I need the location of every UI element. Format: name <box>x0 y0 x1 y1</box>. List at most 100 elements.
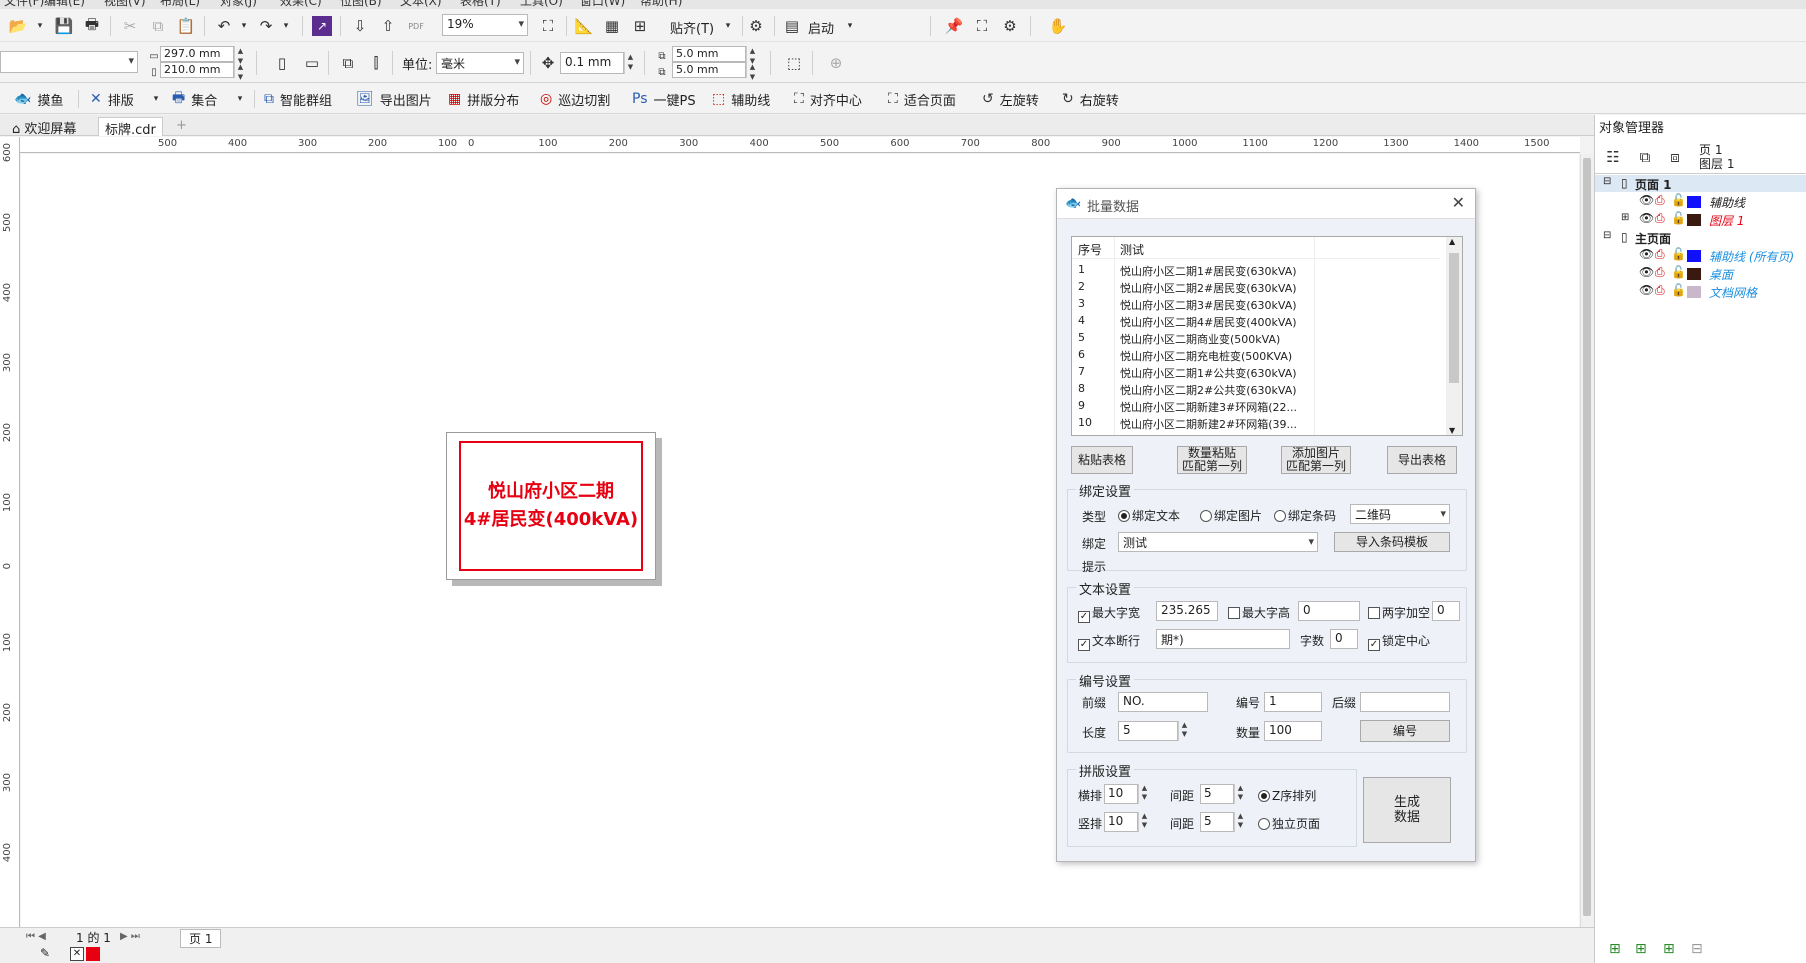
eye-icon[interactable]: 👁 <box>1639 283 1654 297</box>
pdf-icon[interactable]: PDF <box>406 16 426 36</box>
settings-gear-icon[interactable]: ⚙ <box>1000 16 1020 36</box>
data-table[interactable]: 序号 测试 1 悦山府小区二期1#居民变(630kVA) 2 悦山府小区二期2#居民变… <box>1071 236 1463 436</box>
new-layer-icon[interactable]: ⊞ <box>1609 941 1621 957</box>
table-row[interactable]: 6 悦山府小区二期充电桩变(500KVA) <box>1072 346 1440 363</box>
menu-item[interactable]: 窗口(W) <box>580 0 625 9</box>
duplicate-y-input[interactable]: 5.0 mm <box>672 62 746 78</box>
two-char-space-input[interactable]: 0 <box>1432 601 1460 621</box>
hand-icon[interactable]: ✋ <box>1048 16 1068 36</box>
table-row[interactable]: 8 悦山府小区二期2#公共变(630kVA) <box>1072 380 1440 397</box>
chevron-down-icon[interactable]: ▾ <box>840 16 860 36</box>
length-spinner[interactable]: ▲ ▼ <box>1178 721 1190 741</box>
generate-data-button[interactable]: 生成 数据 <box>1363 777 1451 843</box>
table-row[interactable]: 10 悦山府小区二期新建2#环网箱(39... <box>1072 414 1440 431</box>
mo-yu-button[interactable]: 🐟 摸鱼 <box>14 89 63 109</box>
next-page-icon[interactable]: ▶ ⏭ <box>120 931 140 942</box>
page-width-input[interactable]: 297.0 mm <box>160 46 234 62</box>
eye-icon[interactable]: 👁 <box>1639 193 1654 207</box>
count-paste-button[interactable]: 数量粘贴 匹配第一列 <box>1177 446 1247 474</box>
launch-dropdown[interactable]: 启动 <box>808 18 834 37</box>
contour-cut-button[interactable]: ◎ 巡边切割 <box>540 89 610 109</box>
number-button[interactable]: 编号 <box>1360 720 1450 742</box>
col-header-test[interactable]: 测试 <box>1120 241 1144 258</box>
application-launcher-icon[interactable]: ▤ <box>782 16 802 36</box>
table-row[interactable]: 5 悦山府小区二期商业变(500kVA) <box>1072 329 1440 346</box>
cut-icon[interactable]: ✂ <box>120 16 140 36</box>
export-image-button[interactable]: 🖼 导出图片 <box>356 89 432 109</box>
text-break-input[interactable]: 期*) <box>1156 629 1290 649</box>
impose-distribute-button[interactable]: ▦ 拼版分布 <box>448 89 519 109</box>
page-height-input[interactable]: 210.0 mm <box>160 62 234 78</box>
guidelines-icon[interactable]: ⊞ <box>630 16 650 36</box>
bind-text-radio[interactable]: 绑定文本 <box>1118 507 1180 524</box>
columns-input[interactable]: 10 <box>1104 784 1138 804</box>
print-icon[interactable]: ⎙ <box>1655 193 1665 208</box>
text-break-checkbox[interactable]: ✓ 文本断行 <box>1078 632 1140 651</box>
duplicate-x-input[interactable]: 5.0 mm <box>672 46 746 62</box>
corel-connect-icon[interactable]: ↗ <box>312 16 332 36</box>
tab-welcome[interactable]: ⌂ 欢迎屏幕 <box>6 117 82 137</box>
menu-item[interactable]: 效果(C) <box>280 0 322 9</box>
max-width-input[interactable]: 235.265 <box>1156 601 1218 621</box>
scroll-up-icon[interactable]: ▲ <box>1449 237 1455 246</box>
grid-icon[interactable]: ▦ <box>602 16 622 36</box>
menu-item[interactable]: 工具(O) <box>520 0 563 9</box>
print-icon[interactable]: ⎙ <box>1655 247 1665 262</box>
export-icon[interactable]: ⇧ <box>378 16 398 36</box>
page-sign[interactable]: 悦山府小区二期 4#居民变(400kVA) <box>446 432 656 580</box>
layer-color-swatch[interactable] <box>1687 196 1701 208</box>
gap-h-spinner[interactable]: ▲ ▼ <box>1234 784 1246 804</box>
lock-icon[interactable]: 🔓 <box>1671 247 1686 261</box>
eye-icon[interactable]: 👁 <box>1639 211 1654 225</box>
dialog-titlebar[interactable]: 🐟 批量数据 ✕ <box>1057 189 1475 219</box>
tree-item[interactable]: 👁 ⎙ 🔓 文档网格 <box>1595 283 1806 300</box>
rotate-right-button[interactable]: ↻ 右旋转 <box>1062 89 1119 109</box>
current-page-icon[interactable]: ⫿ <box>366 53 386 73</box>
fullscreen-icon[interactable]: ⛶ <box>538 16 558 36</box>
vertical-ruler[interactable]: 600 500 400 300 200 100 0 100 200 300 400 <box>0 137 20 927</box>
nudge-input[interactable]: 0.1 mm <box>560 52 624 74</box>
rows-spinner[interactable]: ▲ ▼ <box>1138 812 1150 832</box>
table-row[interactable]: 7 悦山府小区二期1#公共变(630kVA) <box>1072 363 1440 380</box>
save-icon[interactable]: 💾 <box>54 16 74 36</box>
page-size-select[interactable] <box>0 51 138 73</box>
max-height-input[interactable]: 0 <box>1298 601 1360 621</box>
collapse-icon[interactable]: ⊟ <box>1603 176 1611 187</box>
layer-manager-icon[interactable]: ⧉ <box>1635 147 1655 167</box>
collapse-icon[interactable]: ⊟ <box>1603 230 1611 241</box>
bind-barcode-radio[interactable]: 绑定条码 <box>1274 507 1336 524</box>
chevron-down-icon[interactable]: ▾ <box>230 89 250 109</box>
undo-icon[interactable]: ↶ <box>214 16 234 36</box>
chevron-down-icon[interactable]: ▾ <box>276 16 296 36</box>
print-icon[interactable]: ⎙ <box>1655 211 1665 226</box>
new-tab-icon[interactable]: + <box>170 117 193 136</box>
paste-icon[interactable]: 📋 <box>176 16 196 36</box>
scroll-thumb[interactable] <box>1449 253 1459 383</box>
tab-document[interactable]: 标牌.cdr <box>98 117 163 138</box>
prefix-input[interactable]: NO. <box>1118 692 1208 712</box>
table-row[interactable]: 1 悦山府小区二期1#居民变(630kVA) <box>1072 261 1440 278</box>
table-row[interactable]: 2 悦山府小区二期2#居民变(630kVA) <box>1072 278 1440 295</box>
layer-color-swatch[interactable] <box>1687 286 1701 298</box>
layer-color-swatch[interactable] <box>1687 250 1701 262</box>
chevron-down-icon[interactable]: ▾ <box>30 16 50 36</box>
rulers-icon[interactable]: 📐 <box>574 16 594 36</box>
menu-item[interactable]: 位图(B) <box>340 0 382 9</box>
table-row[interactable]: 3 悦山府小区二期3#居民变(630kVA) <box>1072 295 1440 312</box>
nudge-spinner[interactable]: ▲ ▼ <box>624 52 636 74</box>
print-icon[interactable]: ⎙ <box>1655 283 1665 298</box>
layer-color-swatch[interactable] <box>1687 268 1701 280</box>
export-table-button[interactable]: 导出表格 <box>1387 446 1457 474</box>
snap-to-dropdown[interactable]: 贴齐(T) <box>670 18 714 37</box>
col-header-index[interactable]: 序号 <box>1078 241 1102 258</box>
lock-icon[interactable]: 🔓 <box>1671 265 1686 279</box>
lock-center-checkbox[interactable]: ✓ 锁定中心 <box>1368 632 1430 651</box>
one-click-ps-button[interactable]: Ps 一键PS <box>632 89 696 109</box>
two-char-space-checkbox[interactable]: 两字加空 <box>1368 604 1430 621</box>
treat-as-filled-icon[interactable]: ⬚ <box>784 53 804 73</box>
gap-v-input[interactable]: 5 <box>1200 812 1234 832</box>
tree-item[interactable]: ⊟ ▯ 页面 1 <box>1595 175 1806 192</box>
all-pages-icon[interactable]: ⧉ <box>338 53 358 73</box>
open-icon[interactable]: 📂 <box>8 16 28 36</box>
delete-icon[interactable]: ⊟ <box>1691 941 1703 957</box>
